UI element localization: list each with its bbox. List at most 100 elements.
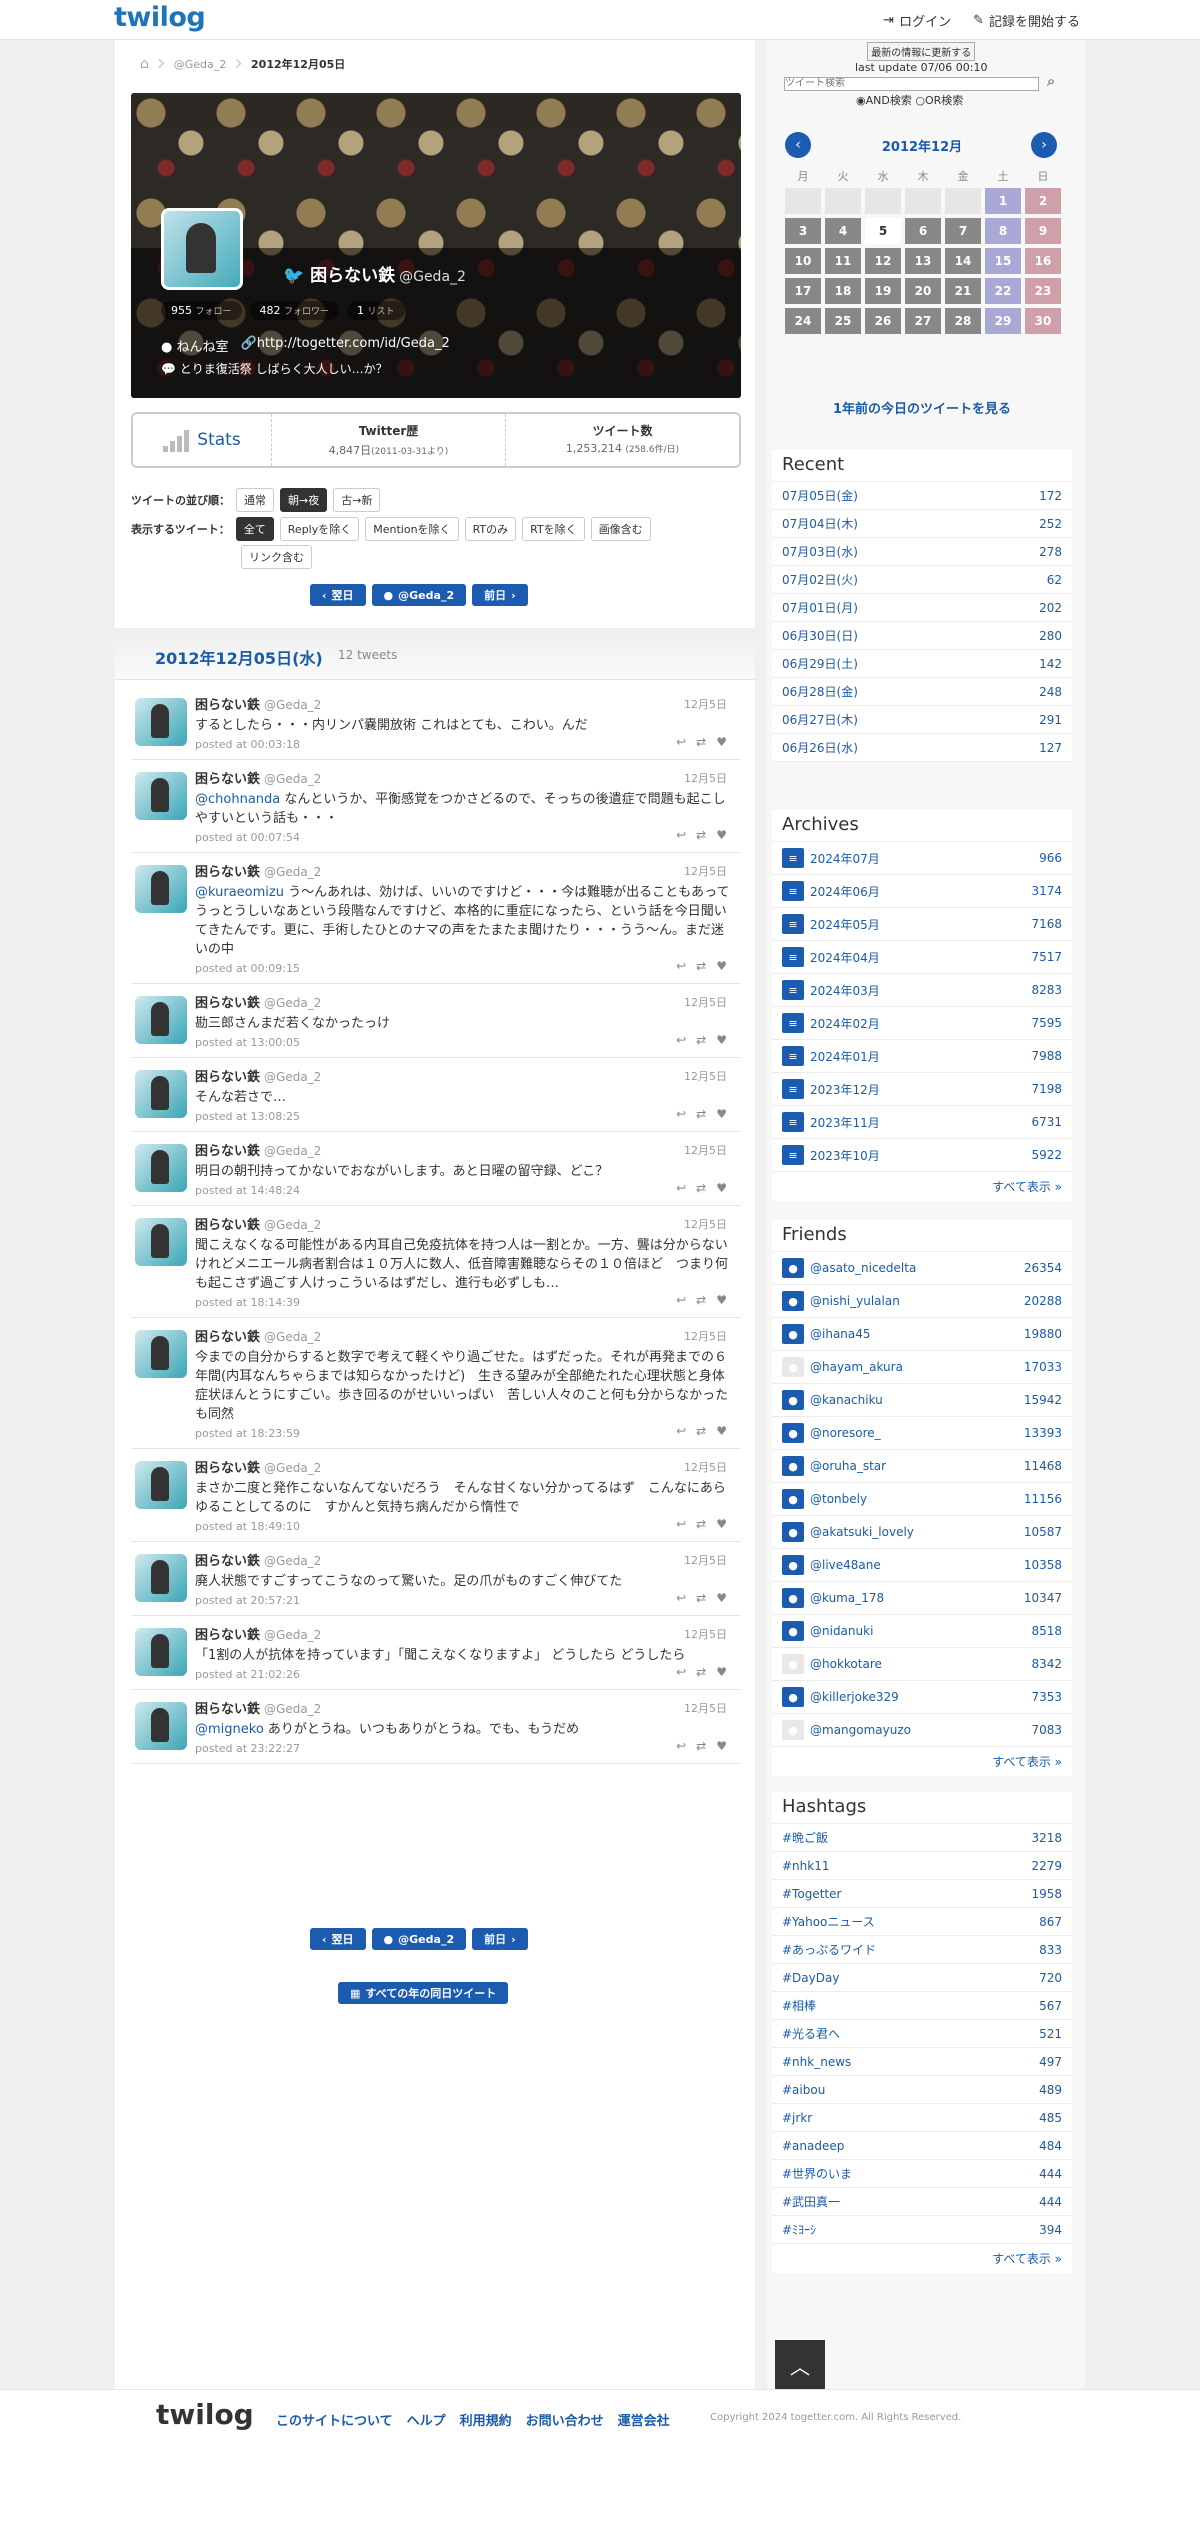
calendar-day[interactable]: 29: [985, 308, 1021, 334]
order-old-to-new[interactable]: 古→新: [333, 488, 381, 512]
recent-item[interactable]: 07月03日(水) 278: [772, 538, 1072, 566]
like-icon[interactable]: ♥: [716, 828, 727, 842]
profile-url[interactable]: 🔗http://togetter.com/id/Geda_2: [241, 336, 450, 355]
hashtag-item[interactable]: #晩ご飯 3218: [772, 1824, 1072, 1852]
calendar-day[interactable]: 1: [985, 188, 1021, 214]
calendar-day[interactable]: 28: [945, 308, 981, 334]
search-input[interactable]: [784, 76, 1039, 91]
tweet-author[interactable]: 困らない鉄 @Geda_2: [195, 1550, 731, 1569]
archives-item[interactable]: ≡ 2024年07月 966: [772, 842, 1072, 875]
tweet-date[interactable]: 12月5日: [684, 696, 727, 712]
home-icon[interactable]: ⌂: [140, 56, 149, 72]
tweet-avatar[interactable]: [135, 1554, 187, 1602]
calendar-day[interactable]: 14: [945, 248, 981, 274]
friends-item[interactable]: ● @hokkotare 8342: [772, 1648, 1072, 1681]
hashtag-item[interactable]: #あっぷるワイド 833: [772, 1936, 1072, 1964]
like-icon[interactable]: ♥: [716, 1424, 727, 1438]
hashtag-item[interactable]: #aibou 489: [772, 2076, 1072, 2104]
calendar-day[interactable]: 9: [1025, 218, 1061, 244]
recent-item[interactable]: 06月29日(土) 142: [772, 650, 1072, 678]
tweet-author[interactable]: 困らない鉄 @Geda_2: [195, 1066, 731, 1085]
recent-item[interactable]: 07月04日(木) 252: [772, 510, 1072, 538]
like-icon[interactable]: ♥: [716, 1033, 727, 1047]
tweet-date[interactable]: 12月5日: [684, 1328, 727, 1344]
friends-more[interactable]: すべて表示 »: [772, 1747, 1072, 1776]
reply-icon[interactable]: ↩: [676, 1665, 686, 1679]
calendar-day[interactable]: 8: [985, 218, 1021, 244]
reply-icon[interactable]: ↩: [676, 1033, 686, 1047]
and-search-radio[interactable]: ◉: [856, 94, 866, 107]
start-recording-link[interactable]: ✎ 記録を開始する: [973, 11, 1080, 30]
hashtag-item[interactable]: #Togetter 1958: [772, 1880, 1072, 1908]
retweet-icon[interactable]: ⇄: [696, 1517, 706, 1531]
hashtag-item[interactable]: #nhk11 2279: [772, 1852, 1072, 1880]
calendar-day[interactable]: 26: [865, 308, 901, 334]
year-ago-link[interactable]: 1年前の今日のツイートを見る: [772, 398, 1072, 417]
calendar-day[interactable]: 27: [905, 308, 941, 334]
retweet-icon[interactable]: ⇄: [696, 1424, 706, 1438]
reply-icon[interactable]: ↩: [676, 1293, 686, 1307]
tweet-date[interactable]: 12月5日: [684, 1216, 727, 1232]
retweet-icon[interactable]: ⇄: [696, 735, 706, 749]
like-icon[interactable]: ♥: [716, 1591, 727, 1605]
friends-item[interactable]: ● @kuma_178 10347: [772, 1582, 1072, 1615]
calendar-day[interactable]: 16: [1025, 248, 1061, 274]
tweet-time[interactable]: posted at 14:48:24: [195, 1184, 731, 1197]
order-morning-to-night[interactable]: 朝→夜: [280, 488, 328, 512]
or-search-radio[interactable]: ○: [915, 94, 925, 107]
friends-item[interactable]: ● @live48ane 10358: [772, 1549, 1072, 1582]
filter-all[interactable]: 全て: [235, 517, 274, 541]
tweet-author[interactable]: 困らない鉄 @Geda_2: [195, 1457, 731, 1476]
footer-logo[interactable]: twilog: [156, 2398, 254, 2431]
hashtag-item[interactable]: #武田真一 444: [772, 2188, 1072, 2216]
calendar-day[interactable]: 2: [1025, 188, 1061, 214]
next-day-button[interactable]: ‹ 翌日: [310, 584, 366, 606]
reply-icon[interactable]: ↩: [676, 959, 686, 973]
hashtag-item[interactable]: #世界のいま 444: [772, 2160, 1072, 2188]
tweet-time[interactable]: posted at 18:14:39: [195, 1296, 731, 1309]
tweet-date[interactable]: 12月5日: [684, 863, 727, 879]
calendar-day[interactable]: 20: [905, 278, 941, 304]
tweet-mention[interactable]: @chohnanda: [195, 792, 280, 807]
archives-item[interactable]: ≡ 2024年06月 3174: [772, 875, 1072, 908]
retweet-icon[interactable]: ⇄: [696, 1107, 706, 1121]
tweet-author[interactable]: 困らない鉄 @Geda_2: [195, 1698, 731, 1717]
tweet-avatar[interactable]: [135, 698, 187, 746]
footer-link[interactable]: お問い合わせ: [526, 2410, 604, 2429]
like-icon[interactable]: ♥: [716, 1665, 727, 1679]
filter-links[interactable]: リンク含む: [241, 545, 312, 569]
login-link[interactable]: ⇥ ログイン: [883, 11, 951, 30]
calendar-day[interactable]: 19: [865, 278, 901, 304]
retweet-icon[interactable]: ⇄: [696, 828, 706, 842]
like-icon[interactable]: ♥: [716, 1739, 727, 1753]
reply-icon[interactable]: ↩: [676, 1181, 686, 1195]
footer-link[interactable]: このサイトについて: [276, 2410, 393, 2429]
tweet-author[interactable]: 困らない鉄 @Geda_2: [195, 1326, 731, 1345]
archives-item[interactable]: ≡ 2023年12月 7198: [772, 1073, 1072, 1106]
recent-item[interactable]: 06月26日(水) 127: [772, 734, 1072, 762]
recent-item[interactable]: 07月01日(月) 202: [772, 594, 1072, 622]
like-icon[interactable]: ♥: [716, 1293, 727, 1307]
footer-link[interactable]: 利用規約: [460, 2410, 512, 2429]
like-icon[interactable]: ♥: [716, 1517, 727, 1531]
calendar-day[interactable]: 25: [825, 308, 861, 334]
retweet-icon[interactable]: ⇄: [696, 1033, 706, 1047]
tweet-author[interactable]: 困らない鉄 @Geda_2: [195, 1624, 731, 1643]
like-icon[interactable]: ♥: [716, 959, 727, 973]
calendar-day[interactable]: 7: [945, 218, 981, 244]
filter-no-rt[interactable]: RTを除く: [522, 517, 585, 541]
archives-item[interactable]: ≡ 2024年04月 7517: [772, 941, 1072, 974]
tweet-date[interactable]: 12月5日: [684, 1142, 727, 1158]
hashtag-item[interactable]: #anadeep 484: [772, 2132, 1072, 2160]
prev-day-button[interactable]: 前日 ›: [472, 1928, 528, 1950]
reply-icon[interactable]: ↩: [676, 735, 686, 749]
tweet-date[interactable]: 12月5日: [684, 1552, 727, 1568]
order-normal[interactable]: 通常: [236, 488, 274, 512]
tweet-avatar[interactable]: [135, 772, 187, 820]
retweet-icon[interactable]: ⇄: [696, 1293, 706, 1307]
tweet-time[interactable]: posted at 21:02:26: [195, 1668, 731, 1681]
hashtag-item[interactable]: #nhk_news 497: [772, 2048, 1072, 2076]
lists-count[interactable]: 1 リスト: [347, 301, 405, 320]
tweet-avatar[interactable]: [135, 1461, 187, 1509]
followers-count[interactable]: 482 フォロワー: [249, 301, 340, 320]
